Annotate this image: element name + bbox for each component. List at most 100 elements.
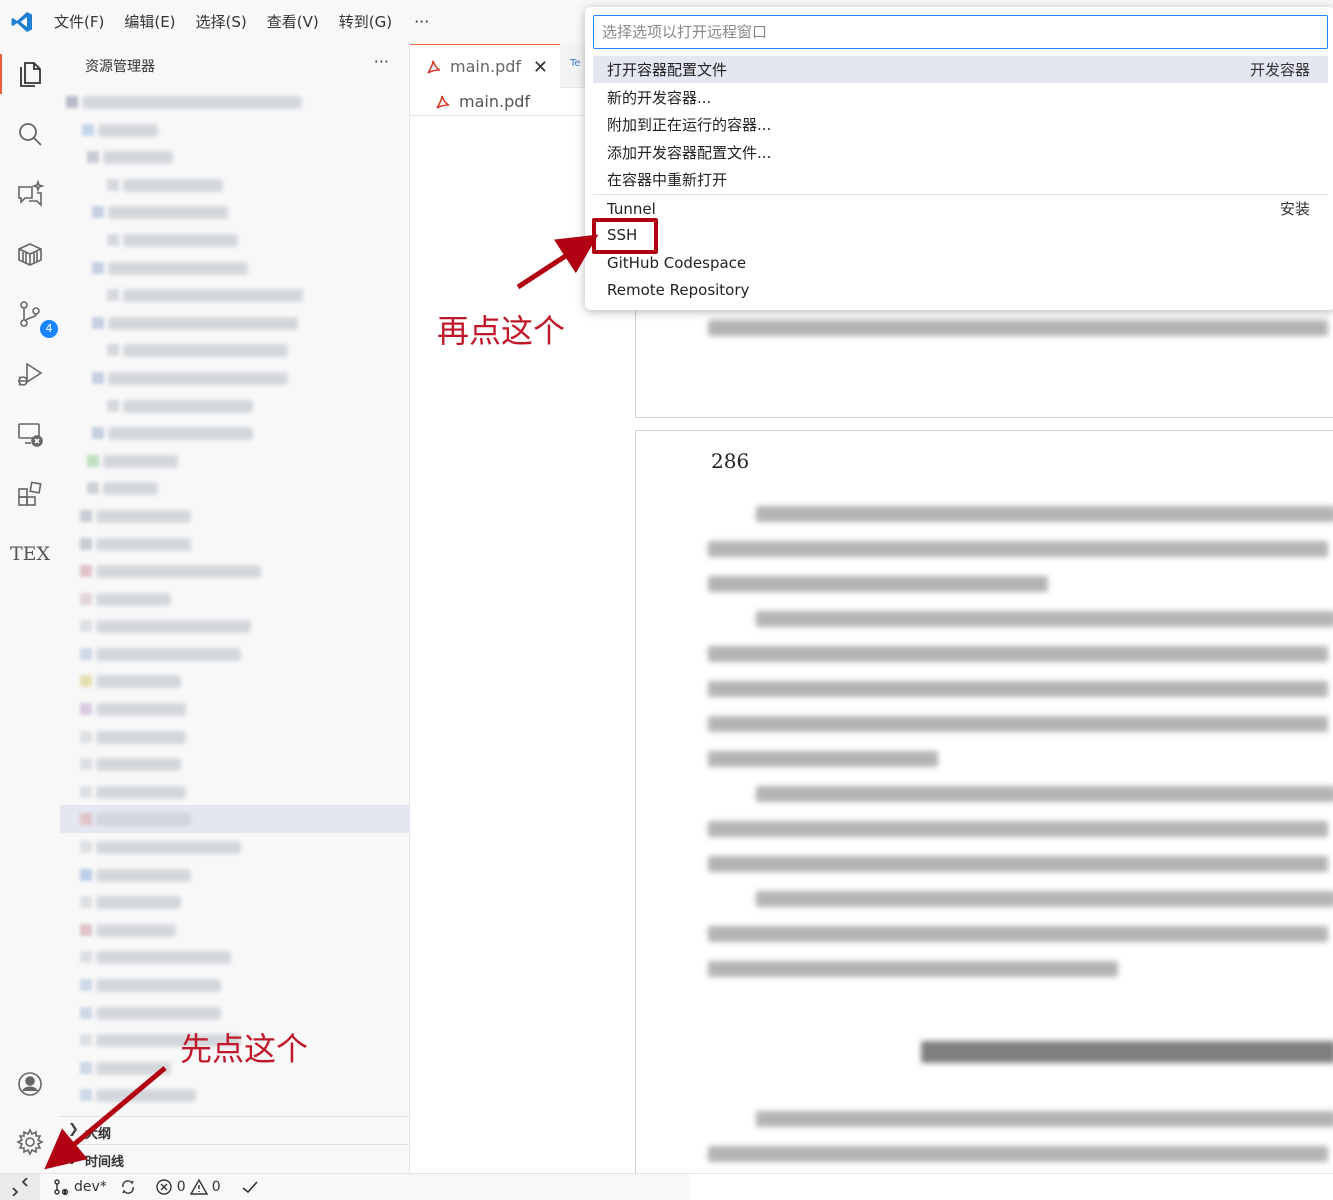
tab-main-pdf[interactable]: main.pdf ✕ bbox=[410, 44, 560, 88]
tree-item[interactable] bbox=[60, 281, 410, 309]
quick-pick-input[interactable] bbox=[593, 15, 1328, 49]
menu-file[interactable]: 文件(F) bbox=[44, 0, 114, 44]
tree-item-label bbox=[123, 289, 303, 303]
qp-item-add-config[interactable]: 添加开发容器配置文件... bbox=[593, 139, 1328, 166]
tree-item[interactable] bbox=[60, 364, 410, 392]
check-icon bbox=[242, 1181, 258, 1194]
branch-name: dev* bbox=[74, 1179, 107, 1195]
problems-status[interactable]: 0 0 bbox=[155, 1178, 221, 1196]
file-icon bbox=[107, 344, 119, 357]
tree-item[interactable] bbox=[60, 1081, 410, 1109]
explorer-sidebar: 资源管理器 ··· ❯ 大纲 ❯ 时间线 bbox=[60, 44, 410, 1173]
file-icon bbox=[80, 923, 92, 936]
file-icon bbox=[80, 1061, 92, 1074]
tree-item[interactable] bbox=[60, 171, 410, 199]
qp-item-ssh[interactable]: SSH bbox=[593, 221, 1328, 248]
tab-label: main.pdf bbox=[450, 57, 522, 76]
tree-item[interactable] bbox=[60, 336, 410, 364]
tree-item-label bbox=[108, 427, 253, 441]
outline-label: 大纲 bbox=[85, 1127, 112, 1142]
tree-item[interactable] bbox=[60, 392, 410, 420]
tree-item[interactable] bbox=[60, 419, 410, 447]
tree-item[interactable] bbox=[60, 888, 410, 916]
menu-edit[interactable]: 编辑(E) bbox=[114, 0, 185, 44]
timeline-section[interactable]: ❯ 时间线 bbox=[60, 1144, 410, 1172]
file-icon bbox=[87, 482, 99, 495]
tree-item[interactable] bbox=[60, 640, 410, 668]
tree-item[interactable] bbox=[60, 971, 410, 999]
tree-item[interactable] bbox=[60, 447, 410, 475]
file-icon bbox=[80, 758, 92, 771]
tree-item[interactable] bbox=[60, 612, 410, 640]
tree-item[interactable] bbox=[60, 143, 410, 171]
tree-item[interactable] bbox=[60, 88, 410, 116]
qp-item-new-dev-container[interactable]: 新的开发容器... bbox=[593, 84, 1328, 111]
tex-button[interactable]: TEX bbox=[10, 534, 50, 574]
file-icon bbox=[80, 813, 92, 826]
tree-item[interactable] bbox=[60, 502, 410, 530]
menu-more-button[interactable]: ··· bbox=[402, 0, 441, 44]
containers-button[interactable] bbox=[10, 234, 50, 274]
tree-item[interactable] bbox=[60, 116, 410, 144]
outline-section[interactable]: ❯ 大纲 bbox=[60, 1116, 410, 1144]
tree-item-label bbox=[96, 1089, 196, 1103]
tree-item[interactable] bbox=[60, 723, 410, 751]
tree-item[interactable] bbox=[60, 916, 410, 944]
branch-status[interactable]: dev* bbox=[52, 1178, 107, 1196]
close-icon[interactable]: ✕ bbox=[533, 57, 548, 78]
tree-item[interactable] bbox=[60, 805, 410, 834]
menu-selection[interactable]: 选择(S) bbox=[186, 0, 257, 44]
qp-item-open-container-config[interactable]: 打开容器配置文件 开发容器 bbox=[593, 56, 1328, 83]
tree-item[interactable] bbox=[60, 474, 410, 502]
remote-indicator-button[interactable] bbox=[0, 1173, 40, 1200]
tree-item[interactable] bbox=[60, 750, 410, 778]
qp-item-remote-repository[interactable]: Remote Repository bbox=[593, 276, 1328, 303]
tree-item[interactable] bbox=[60, 530, 410, 558]
tree-item[interactable] bbox=[60, 585, 410, 613]
tree-item[interactable] bbox=[60, 943, 410, 971]
extensions-button[interactable] bbox=[10, 474, 50, 514]
menu-go[interactable]: 转到(G) bbox=[329, 0, 402, 44]
check-status[interactable] bbox=[241, 1178, 259, 1196]
tree-item[interactable] bbox=[60, 999, 410, 1027]
qp-item-attach-container[interactable]: 附加到正在运行的容器... bbox=[593, 111, 1328, 138]
pdf-text-line bbox=[708, 681, 1328, 697]
tree-item[interactable] bbox=[60, 778, 410, 806]
tree-item-label bbox=[82, 96, 302, 109]
tree-item-label bbox=[103, 151, 173, 165]
pdf-text-line bbox=[708, 541, 1328, 557]
qp-item-tunnel[interactable]: Tunnel 安装 bbox=[593, 195, 1328, 222]
sync-button[interactable] bbox=[119, 1178, 137, 1196]
group-label: 开发容器 bbox=[1249, 61, 1310, 79]
tree-item[interactable] bbox=[60, 833, 410, 861]
chat-button[interactable] bbox=[10, 174, 50, 214]
warning-icon bbox=[189, 1178, 208, 1195]
tree-item[interactable] bbox=[60, 254, 410, 282]
run-debug-button[interactable] bbox=[10, 354, 50, 394]
tree-item[interactable] bbox=[60, 198, 410, 226]
qp-item-github-codespace[interactable]: GitHub Codespace bbox=[593, 249, 1328, 276]
breadcrumb-file[interactable]: main.pdf bbox=[459, 92, 530, 111]
tree-item[interactable] bbox=[60, 309, 410, 337]
explorer-more-button[interactable]: ··· bbox=[374, 52, 389, 71]
remote-explorer-button[interactable] bbox=[10, 414, 50, 454]
tree-item[interactable] bbox=[60, 557, 410, 585]
source-control-button[interactable]: 4 bbox=[10, 294, 58, 338]
pdf-text-line bbox=[921, 1041, 1333, 1063]
explorer-button[interactable] bbox=[10, 54, 50, 94]
pdf-text-line bbox=[756, 506, 1333, 522]
tree-item[interactable] bbox=[60, 695, 410, 723]
tree-item-label bbox=[96, 509, 191, 523]
tree-item[interactable] bbox=[60, 667, 410, 695]
group-label: 安装 bbox=[1279, 200, 1310, 218]
manage-button[interactable] bbox=[10, 1122, 50, 1162]
tab-tex-file[interactable]: Te bbox=[570, 58, 581, 69]
qp-item-reopen-in-container[interactable]: 在容器中重新打开 bbox=[593, 166, 1328, 193]
menu-view[interactable]: 查看(V) bbox=[257, 0, 329, 44]
tree-item[interactable] bbox=[60, 861, 410, 889]
account-icon bbox=[18, 1072, 42, 1096]
file-icon bbox=[80, 785, 92, 798]
accounts-button[interactable] bbox=[10, 1064, 50, 1104]
tree-item[interactable] bbox=[60, 226, 410, 254]
search-button[interactable] bbox=[10, 114, 50, 154]
